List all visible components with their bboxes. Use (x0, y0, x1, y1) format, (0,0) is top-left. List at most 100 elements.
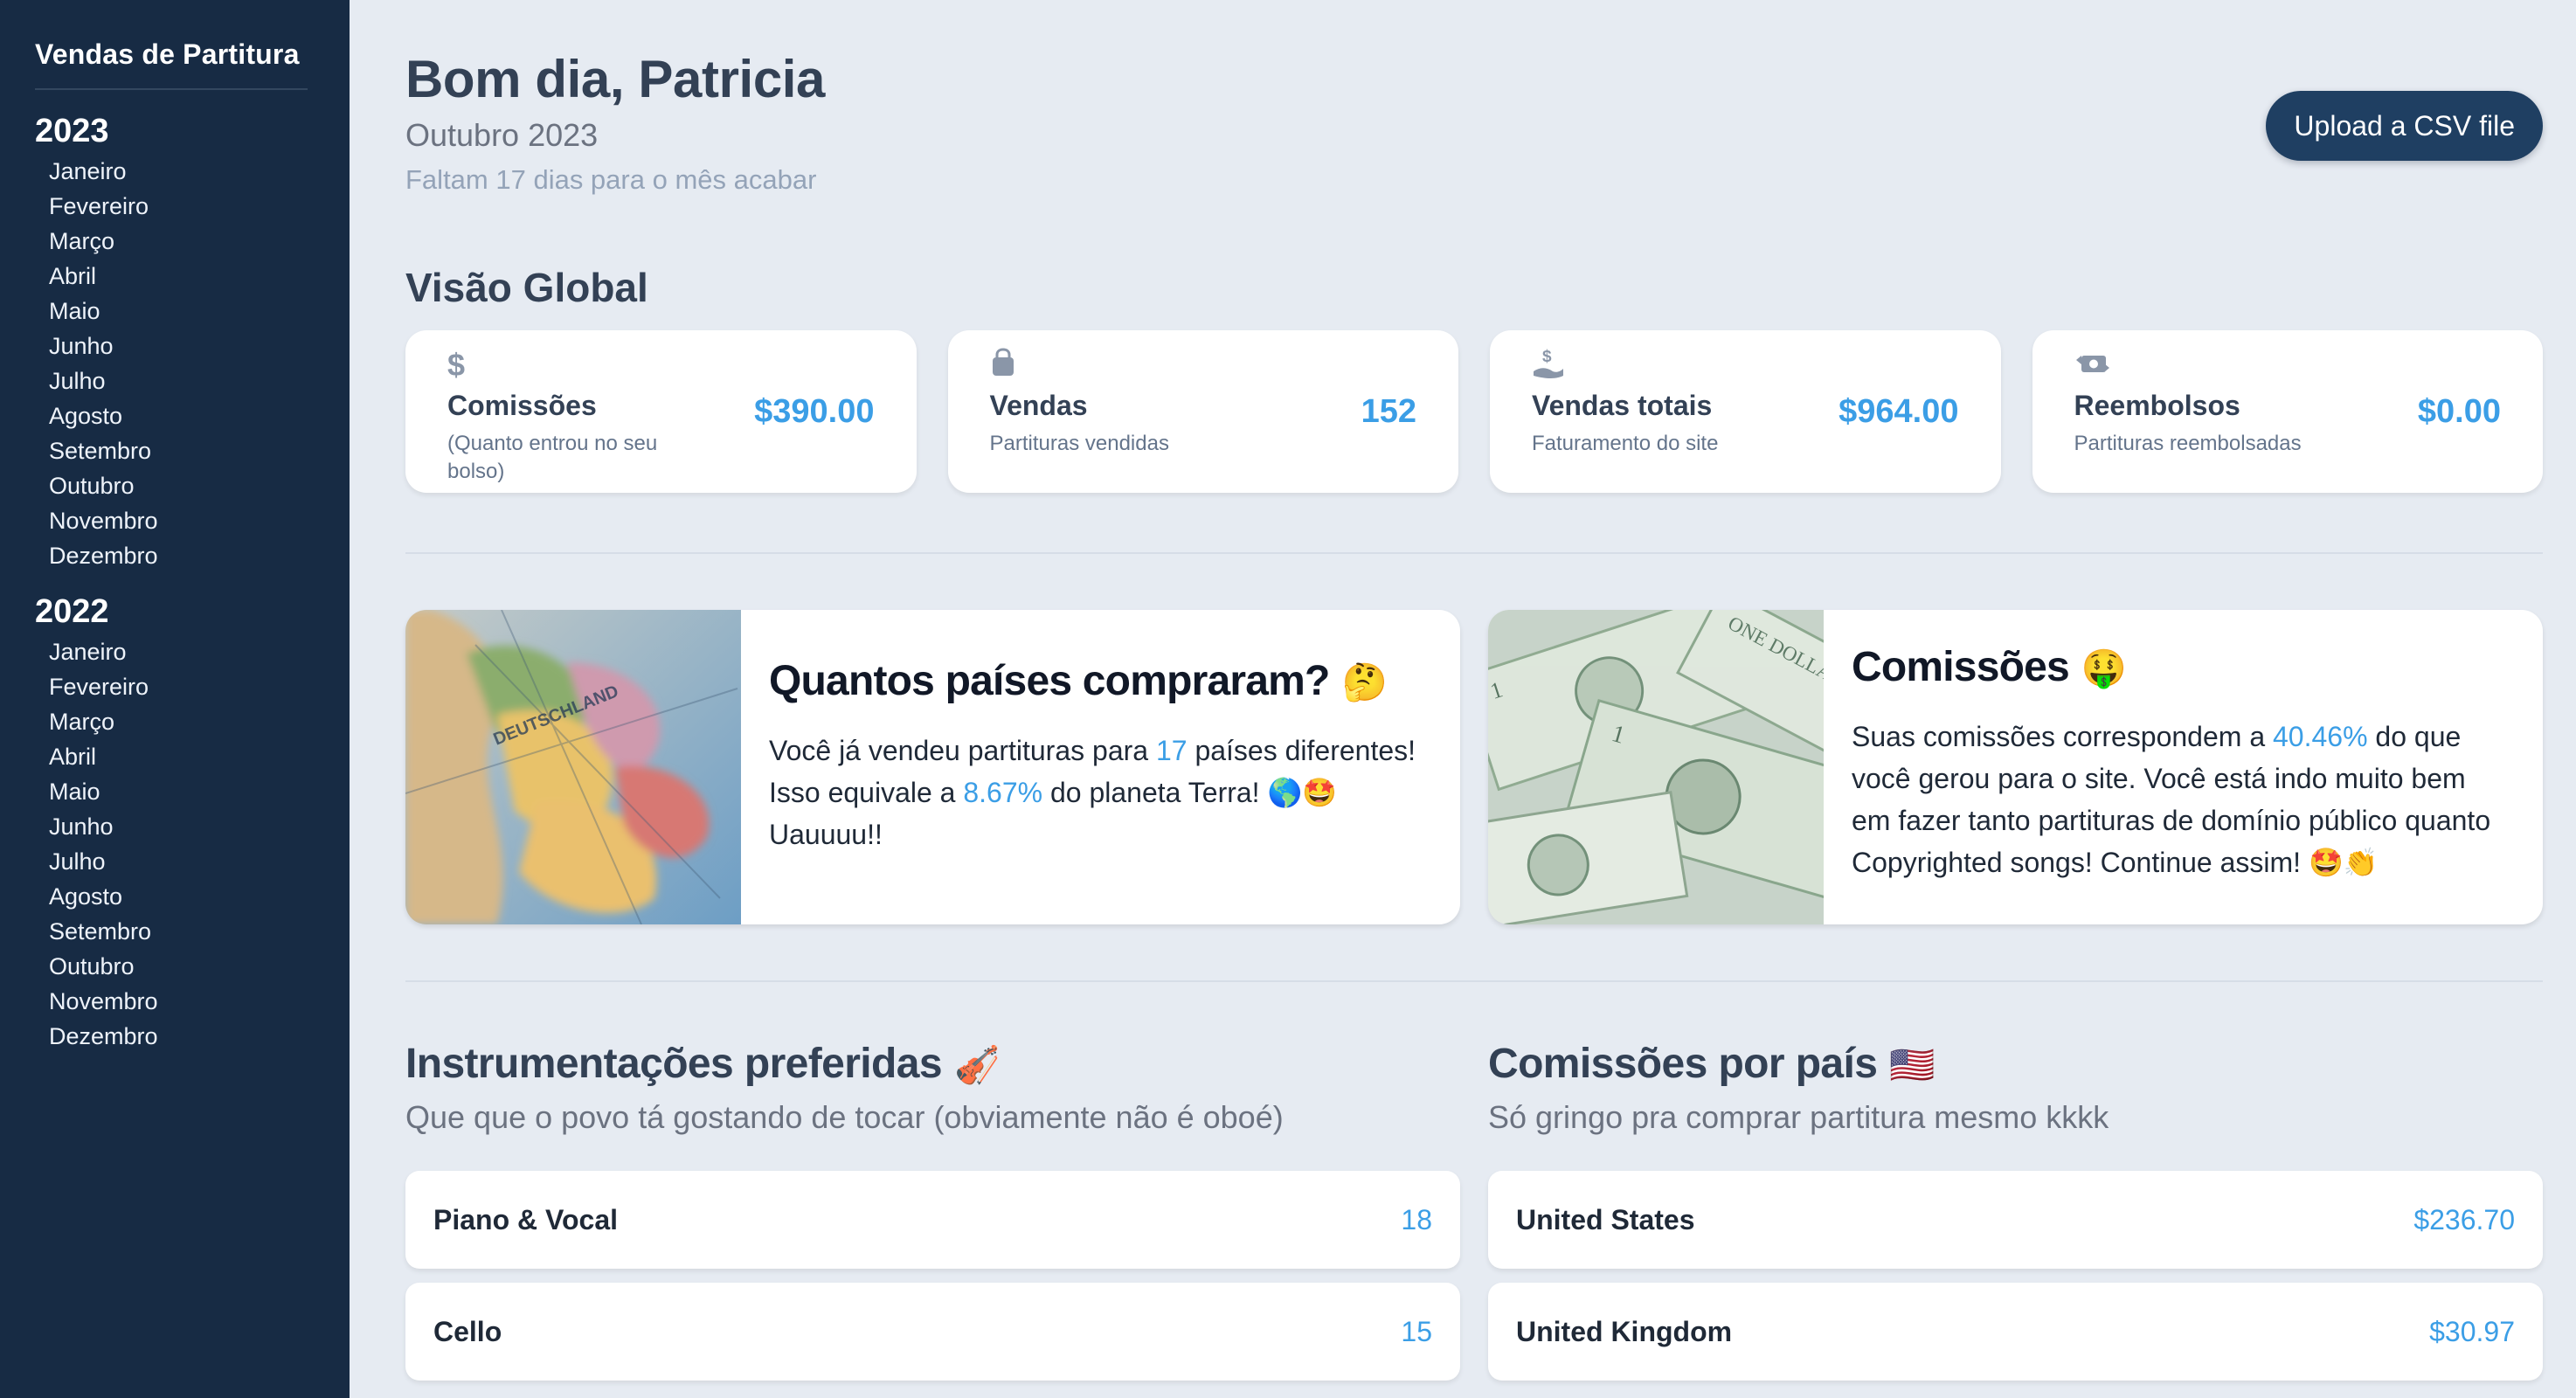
thinking-face-emoji: 🤔 (1341, 661, 1388, 703)
sidebar-month-setembro-2022[interactable]: Setembro (35, 914, 323, 949)
year-heading: 2022 (35, 593, 109, 630)
sidebar-month-marco-2022[interactable]: Março (35, 704, 323, 739)
days-left-text: Faltam 17 dias para o mês acabar (405, 164, 817, 195)
instrumentations-title: Instrumentações preferidas 🎻 (405, 1040, 1000, 1088)
country-commission-value: $30.97 (2429, 1315, 2515, 1347)
commission-percentage: 40.46% (2273, 721, 2368, 752)
stat-value: $0.00 (2417, 393, 2501, 430)
instrumentation-name: Piano & Vocal (433, 1203, 619, 1235)
sidebar: Vendas de Partitura 2023 Janeiro Feverei… (0, 0, 350, 1398)
dollar-icon: $ (447, 347, 466, 383)
section-divider (405, 980, 2543, 982)
money-mouth-face-emoji: 🤑 (2081, 647, 2127, 689)
stat-value: 152 (1361, 393, 1416, 430)
app-title: Vendas de Partitura (35, 38, 308, 90)
current-month: Outubro 2023 (405, 117, 599, 153)
description-text: Você já vendeu partituras para (769, 735, 1156, 766)
sidebar-month-fevereiro-2022[interactable]: Fevereiro (35, 669, 323, 704)
countries-insight-card: DEUTSCHLAND Quantos países compraram? 🤔 V… (405, 610, 1460, 924)
stat-label: Vendas totais (1532, 390, 1713, 421)
stat-label: Vendas (989, 390, 1088, 421)
sidebar-month-agosto-2022[interactable]: Agosto (35, 879, 323, 914)
planet-percentage: 8.67% (963, 777, 1043, 808)
country-name: United Kingdom (1516, 1315, 1733, 1347)
year-navigation: 2023 Janeiro Fevereiro Março Abril Maio … (35, 108, 323, 1069)
sidebar-month-dezembro-2023[interactable]: Dezembro (35, 538, 323, 573)
sidebar-month-novembro-2022[interactable]: Novembro (35, 984, 323, 1019)
dollar-bills-photo: 1 1 ONE DOLLAR (1488, 610, 1824, 924)
stat-description: (Quanto entrou no seu bolso) (447, 432, 658, 483)
country-commissions-title-text: Comissões por país (1488, 1041, 1878, 1087)
country-commission-value: $236.70 (2413, 1203, 2515, 1235)
commission-title: Comissões 🤑 (1852, 643, 2508, 691)
stat-description: Partituras vendidas (989, 432, 1169, 455)
country-name: United States (1516, 1203, 1695, 1235)
world-map-photo: DEUTSCHLAND (405, 610, 741, 924)
instrumentation-count: 15 (1401, 1315, 1432, 1347)
list-item: Cello 15 (405, 1283, 1460, 1381)
greeting-title: Bom dia, Patricia (405, 50, 826, 108)
stat-value: $390.00 (754, 393, 875, 430)
instrumentation-name: Cello (433, 1315, 502, 1347)
country-count: 17 (1155, 735, 1188, 766)
sidebar-month-janeiro-2023[interactable]: Janeiro (35, 154, 323, 189)
commissions-stat-card: $ Comissões (Quanto entrou no seu bolso)… (405, 330, 917, 493)
commission-description: Suas comissões correspondem a 40.46% do … (1852, 716, 2508, 883)
sidebar-month-julho-2022[interactable]: Julho (35, 844, 323, 879)
sidebar-month-dezembro-2022[interactable]: Dezembro (35, 1019, 323, 1054)
list-item: United Kingdom $30.97 (1488, 1283, 2543, 1381)
list-item: United States $236.70 (1488, 1171, 2543, 1269)
instrumentations-subtitle: Que que o povo tá gostando de tocar (obv… (405, 1099, 1284, 1135)
instrumentations-list: Piano & Vocal 18 Cello 15 (405, 1171, 1460, 1395)
sidebar-month-julho-2023[interactable]: Julho (35, 363, 323, 398)
stat-value: $964.00 (1839, 393, 1959, 430)
description-text: Suas comissões correspondem a (1852, 721, 2273, 752)
sidebar-month-novembro-2023[interactable]: Novembro (35, 503, 323, 538)
sidebar-month-junho-2022[interactable]: Junho (35, 809, 323, 844)
overview-title: Visão Global (405, 265, 648, 310)
sidebar-month-maio-2023[interactable]: Maio (35, 294, 323, 329)
year-group-2023: 2023 Janeiro Fevereiro Março Abril Maio … (35, 108, 323, 573)
countries-description: Você já vendeu partituras para 17 países… (769, 730, 1425, 855)
violin-emoji: 🎻 (953, 1043, 1000, 1086)
instrumentations-title-text: Instrumentações preferidas (405, 1041, 943, 1087)
sidebar-month-marco-2023[interactable]: Março (35, 224, 323, 259)
us-flag-emoji: 🇺🇸 (1889, 1043, 1935, 1086)
total-sales-stat-card: $ Vendas totais Faturamento do site $964… (1490, 330, 2001, 493)
sidebar-month-outubro-2022[interactable]: Outubro (35, 949, 323, 984)
sidebar-month-outubro-2023[interactable]: Outubro (35, 468, 323, 503)
sales-stat-card: Vendas Partituras vendidas 152 (947, 330, 1458, 493)
upload-csv-button[interactable]: Upload a CSV file (2266, 91, 2543, 161)
refunds-stat-card: Reembolsos Partituras reembolsadas $0.00 (2032, 330, 2543, 493)
commission-title-text: Comissões (1852, 644, 2070, 690)
section-divider (405, 552, 2543, 554)
year-group-2022: 2022 Janeiro Fevereiro Março Abril Maio … (35, 589, 323, 1054)
stat-label: Reembolsos (2074, 390, 2240, 421)
countries-copy: Quantos países compraram? 🤔 Você já vende… (769, 657, 1425, 855)
countries-title-text: Quantos países compraram? (769, 658, 1330, 704)
sidebar-month-janeiro-2022[interactable]: Janeiro (35, 634, 323, 669)
shopping-bag-icon (990, 348, 1014, 383)
sidebar-month-abril-2023[interactable]: Abril (35, 259, 323, 294)
stat-label: Comissões (447, 390, 597, 421)
stat-description: Partituras reembolsadas (2074, 432, 2302, 455)
country-commissions-subtitle: Só gringo pra comprar partitura mesmo kk… (1488, 1099, 2109, 1135)
insight-cards: DEUTSCHLAND Quantos países compraram? 🤔 V… (405, 610, 2543, 924)
sidebar-month-junho-2023[interactable]: Junho (35, 329, 323, 363)
sidebar-month-agosto-2023[interactable]: Agosto (35, 398, 323, 433)
hand-dollar-icon: $ (1532, 348, 1563, 383)
sidebar-month-fevereiro-2023[interactable]: Fevereiro (35, 189, 323, 224)
sidebar-month-abril-2022[interactable]: Abril (35, 739, 323, 774)
dashboard-main: Bom dia, Patricia Outubro 2023 Faltam 17… (405, 0, 2543, 1398)
commission-copy: Comissões 🤑 Suas comissões correspondem a… (1852, 643, 2508, 883)
year-heading: 2023 (35, 113, 109, 149)
list-item: Piano & Vocal 18 (405, 1171, 1460, 1269)
refund-icon (2074, 348, 2109, 383)
sidebar-month-maio-2022[interactable]: Maio (35, 774, 323, 809)
svg-text:$: $ (1542, 348, 1552, 366)
country-commissions-list: United States $236.70 United Kingdom $30… (1488, 1171, 2543, 1395)
stat-description: Faturamento do site (1532, 432, 1719, 455)
overview-stats: $ Comissões (Quanto entrou no seu bolso)… (405, 330, 2543, 493)
countries-title: Quantos países compraram? 🤔 (769, 657, 1425, 705)
sidebar-month-setembro-2023[interactable]: Setembro (35, 433, 323, 468)
